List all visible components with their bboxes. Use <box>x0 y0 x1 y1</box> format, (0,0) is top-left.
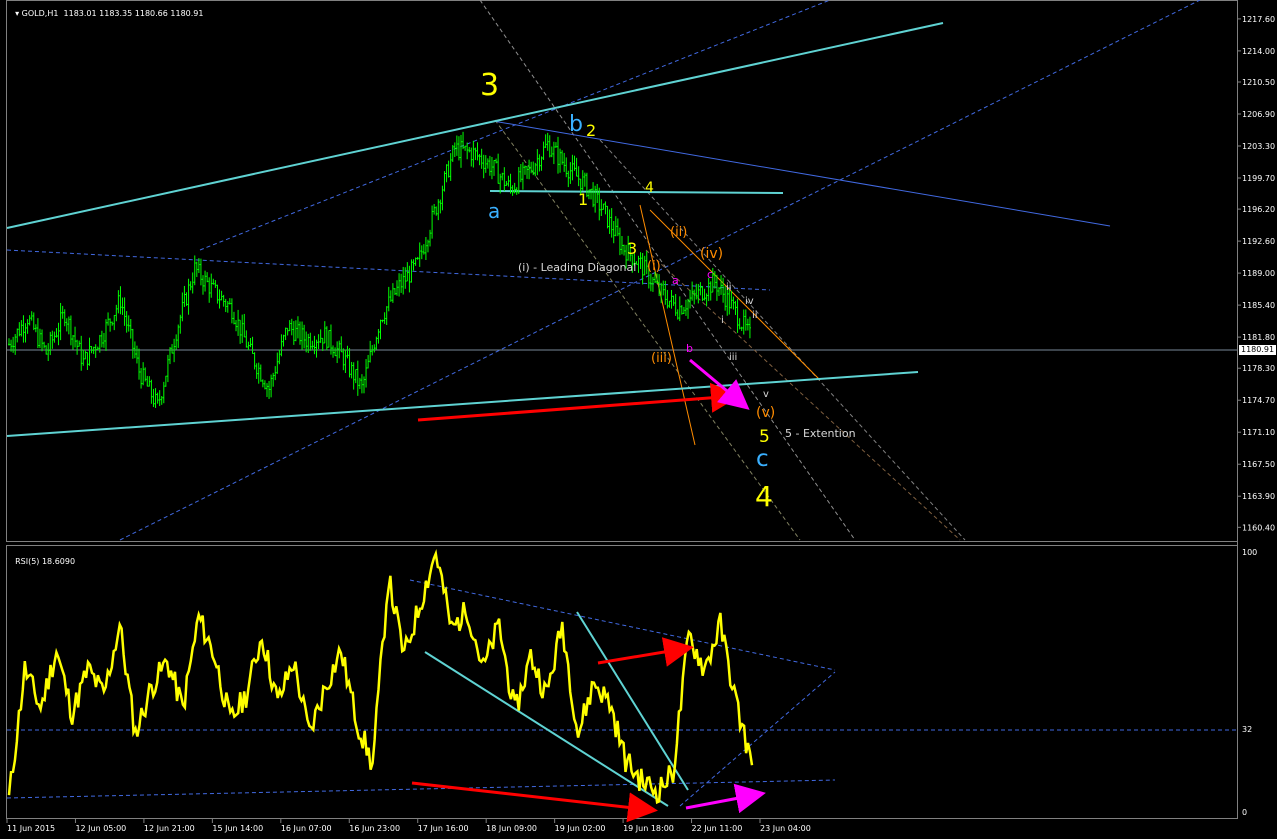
time-tick-label: 19 Jun 18:00 <box>623 824 674 833</box>
time-tick-label: 16 Jun 07:00 <box>281 824 332 833</box>
wave-label: iii <box>729 352 737 363</box>
time-tick-label: 19 Jun 02:00 <box>555 824 606 833</box>
wave-label: 3 <box>627 239 637 258</box>
wave-label: 4 <box>755 480 773 513</box>
price-tick-label: 1181.80 <box>1242 333 1275 342</box>
chart-canvas[interactable]: 1217.60 1214.00 1210.50 1206.90 1203.30 1199.… <box>0 0 1277 839</box>
wave-label: a <box>488 199 500 223</box>
time-tick-label: 12 Jun 05:00 <box>75 824 126 833</box>
wave-label: c <box>707 268 713 281</box>
price-tick-label: 1174.70 <box>1242 396 1275 405</box>
price-tick-label: 1189.00 <box>1242 269 1275 278</box>
time-tick-label: 23 Jun 04:00 <box>760 824 811 833</box>
wave-label: 2 <box>586 121 596 140</box>
price-tick-label: 1167.50 <box>1242 460 1275 469</box>
symbol-label: GOLD,H1 <box>21 9 59 18</box>
price-tick-label: 1185.40 <box>1242 301 1275 310</box>
wave-label: (iii) <box>651 351 672 366</box>
time-tick-label: 11 Jun 2015 <box>7 824 55 833</box>
time-tick-label: 18 Jun 09:00 <box>486 824 537 833</box>
wave-label: ii <box>726 282 732 293</box>
rsi-tick-label: 32 <box>1242 725 1252 734</box>
price-tick-label: 1206.90 <box>1242 110 1275 119</box>
wave-label: 5 <box>759 427 770 447</box>
wave-label: b <box>686 342 693 355</box>
price-tick-label: 1192.60 <box>1242 237 1275 246</box>
time-tick-label: 15 Jun 14:00 <box>212 824 263 833</box>
chart-header: ▾ GOLD,H1 1183.01 1183.35 1180.66 1180.9… <box>10 0 203 18</box>
ohlc-values: 1183.01 1183.35 1180.66 1180.91 <box>63 9 204 18</box>
wave-label: (v) <box>756 405 775 421</box>
price-tick-label: 1210.50 <box>1242 78 1275 87</box>
price-tick-label: 1199.70 <box>1242 174 1275 183</box>
wave-label: iv <box>745 296 754 307</box>
wave-label: ii <box>752 310 758 321</box>
wave-label: 1 <box>578 190 588 209</box>
current-price-box: 1180.91 <box>1239 345 1277 355</box>
wave-label: i <box>721 315 724 326</box>
rsi-value: 18.6090 <box>41 557 76 566</box>
price-tick-label: 1171.10 <box>1242 428 1275 437</box>
price-tick-label: 1196.20 <box>1242 205 1275 214</box>
wave-label: 5 - Extention <box>785 427 856 440</box>
price-tick-label: 1163.90 <box>1242 492 1275 501</box>
wave-label: 3 <box>480 68 499 103</box>
time-tick-label: 16 Jun 23:00 <box>349 824 400 833</box>
price-tick-label: 1214.00 <box>1242 47 1275 56</box>
price-tick-label: 1160.40 <box>1242 523 1275 532</box>
wave-label: b <box>569 112 583 137</box>
time-tick-label: 12 Jun 21:00 <box>144 824 195 833</box>
wave-label: 4 <box>645 180 654 196</box>
wave-label: (i) - Leading Diagonal <box>518 261 636 274</box>
time-tick-label: 17 Jun 16:00 <box>418 824 469 833</box>
price-tick-label: 1217.60 <box>1242 15 1275 24</box>
wave-label: (iv) <box>700 246 723 262</box>
rsi-tick-label: 100 <box>1242 548 1257 557</box>
price-tick-label: 1203.30 <box>1242 142 1275 151</box>
wave-label: v <box>763 389 769 400</box>
wave-label: (i) <box>647 259 661 274</box>
rsi-tick-label: 0 <box>1242 808 1247 817</box>
time-tick-label: 22 Jun 11:00 <box>692 824 743 833</box>
wave-label: c <box>756 446 769 472</box>
price-tick-label: 1178.30 <box>1242 364 1275 373</box>
rsi-header: RSI(5) 18.6090 <box>10 548 75 566</box>
rsi-label: RSI(5) <box>15 557 40 566</box>
wave-label: (ii) <box>670 225 687 240</box>
wave-label: a <box>672 274 679 287</box>
